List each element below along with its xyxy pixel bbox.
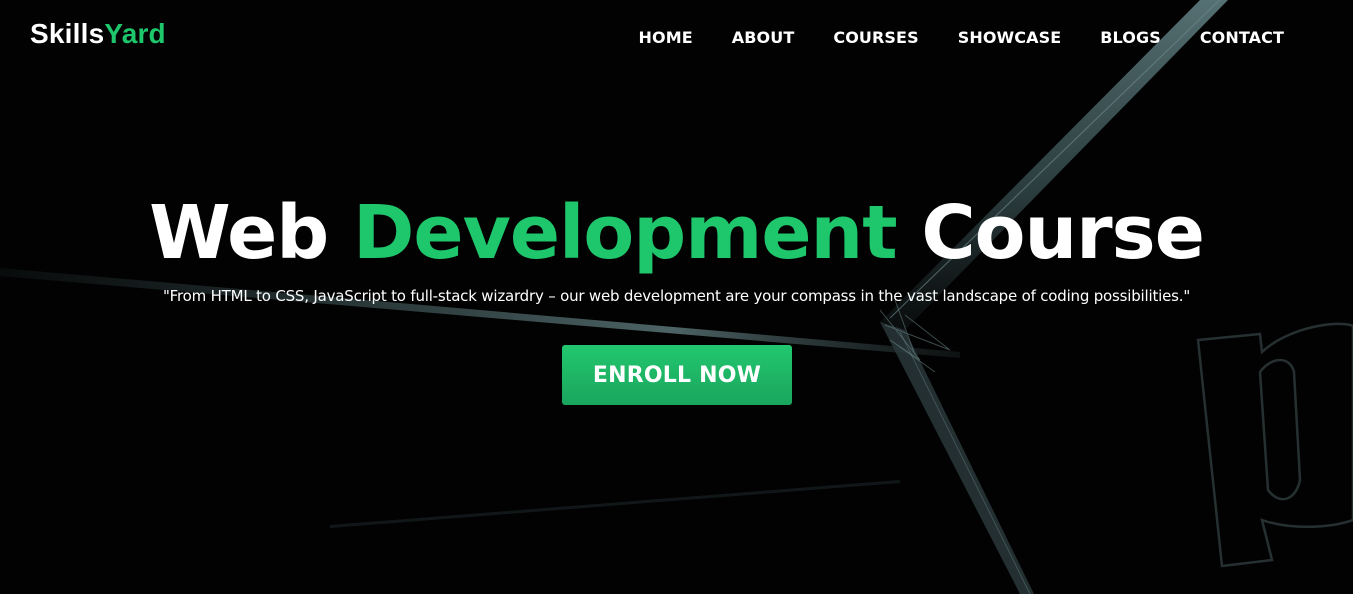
logo-text-primary: Skills	[30, 18, 105, 49]
hero-title-part2: Course	[921, 190, 1205, 276]
hero-title-part1: Web	[149, 190, 329, 276]
hero-tagline: "From HTML to CSS, JavaScript to full-st…	[162, 287, 1191, 305]
hero-section: SkillsYard HOME ABOUT COURSES SHOWCASE B…	[0, 0, 1353, 594]
hero-title-accent: Development	[353, 190, 898, 276]
nav-link-courses[interactable]: COURSES	[833, 28, 918, 48]
nav-link-contact[interactable]: CONTACT	[1200, 28, 1284, 48]
enroll-now-button[interactable]: ENROLL NOW	[562, 345, 792, 405]
site-logo[interactable]: SkillsYard	[30, 20, 166, 48]
hero-title: Web Development Course	[0, 189, 1353, 277]
logo-text-accent: Yard	[104, 18, 166, 49]
nav-link-showcase[interactable]: SHOWCASE	[958, 28, 1062, 48]
nav-link-blogs[interactable]: BLOGS	[1100, 28, 1161, 48]
main-nav: HOME ABOUT COURSES SHOWCASE BLOGS CONTAC…	[639, 28, 1284, 48]
nav-link-home[interactable]: HOME	[639, 28, 693, 48]
nav-link-about[interactable]: ABOUT	[732, 28, 795, 48]
